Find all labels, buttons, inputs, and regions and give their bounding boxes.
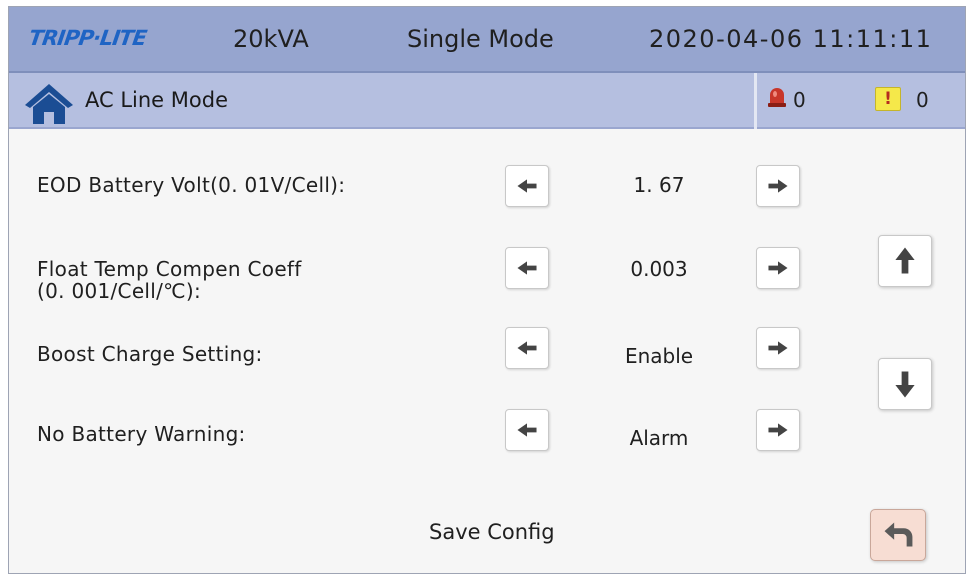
ups-settings-screen: TRIPP·LITE 20kVA Single Mode 2020-04-06 …: [8, 6, 966, 574]
eod-battery-volt-increase-button[interactable]: [756, 165, 800, 207]
float-temp-compen-increase-button[interactable]: [756, 247, 800, 289]
model-label: 20kVA: [233, 25, 309, 53]
page-down-button[interactable]: [878, 358, 932, 410]
arrow-up-icon: [895, 247, 915, 274]
boost-charge-value: Enable: [624, 344, 694, 368]
arrow-right-icon: [768, 423, 788, 437]
warning-icon[interactable]: !: [875, 87, 901, 111]
float-temp-compen-label-unit: (0. 001/Cell/℃):: [37, 279, 202, 303]
arrow-left-icon: [517, 261, 537, 275]
datetime-label: 2020-04-06 11:11:11: [649, 25, 933, 53]
page-up-button[interactable]: [878, 235, 932, 287]
return-icon: [884, 522, 913, 547]
boost-charge-increase-button[interactable]: [756, 327, 800, 369]
system-mode-label: Single Mode: [407, 25, 554, 53]
no-battery-warning-value: Alarm: [629, 426, 689, 450]
float-temp-compen-value: 0.003: [630, 257, 688, 281]
save-config-button[interactable]: Save Config: [429, 520, 555, 544]
float-temp-compen-decrease-button[interactable]: [505, 247, 549, 289]
arrow-down-icon: [895, 371, 915, 398]
arrow-right-icon: [768, 341, 788, 355]
arrow-left-icon: [517, 341, 537, 355]
eod-battery-volt-value: 1. 67: [633, 173, 685, 197]
arrow-left-icon: [517, 423, 537, 437]
arrow-right-icon: [768, 261, 788, 275]
back-button[interactable]: [870, 509, 926, 561]
boost-charge-label: Boost Charge Setting:: [37, 342, 263, 366]
no-battery-warning-decrease-button[interactable]: [505, 409, 549, 451]
eod-battery-volt-label: EOD Battery Volt(0. 01V/Cell):: [37, 173, 346, 197]
alarm-bell-icon[interactable]: [767, 84, 787, 108]
home-icon[interactable]: [23, 81, 75, 125]
arrow-left-icon: [517, 179, 537, 193]
boost-charge-decrease-button[interactable]: [505, 327, 549, 369]
arrow-right-icon: [768, 179, 788, 193]
no-battery-warning-label: No Battery Warning:: [37, 422, 246, 446]
warning-count: 0: [916, 88, 929, 112]
float-temp-compen-label-main: Float Temp Compen Coeff: [37, 257, 302, 281]
operating-mode-label: AC Line Mode: [85, 88, 228, 112]
status-divider: [754, 73, 757, 129]
no-battery-warning-increase-button[interactable]: [756, 409, 800, 451]
header-bar: TRIPP·LITE 20kVA Single Mode 2020-04-06 …: [9, 7, 965, 73]
brand-logo: TRIPP·LITE: [27, 26, 148, 50]
eod-battery-volt-decrease-button[interactable]: [505, 165, 549, 207]
float-temp-compen-label: Float Temp Compen Coeff (0. 001/Cell/℃):: [37, 257, 302, 303]
alarm-count: 0: [793, 88, 806, 112]
status-bar: AC Line Mode 0 ! 0: [9, 73, 965, 129]
